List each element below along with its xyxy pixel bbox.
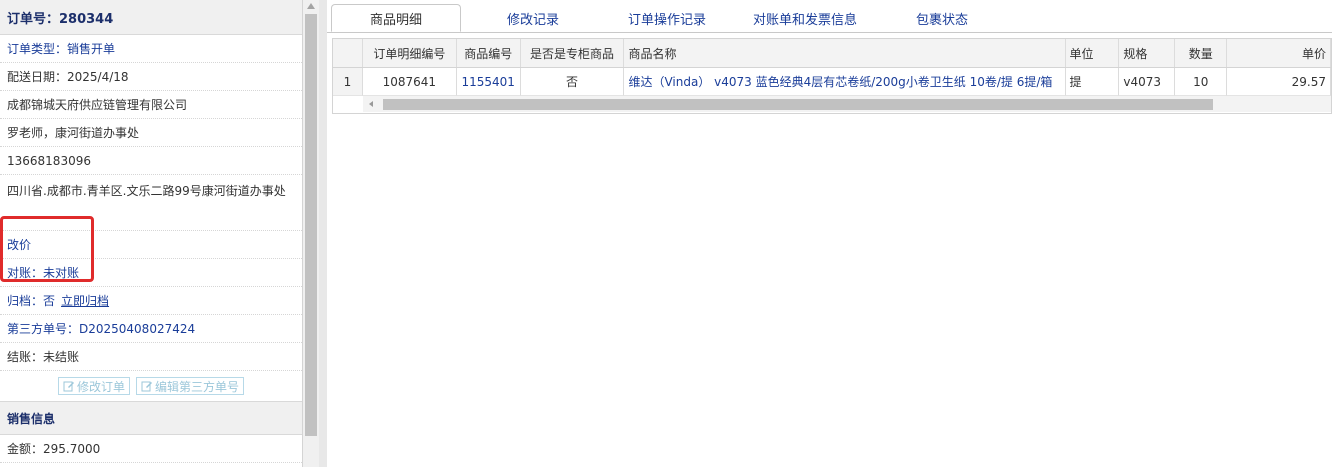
tab-bar: 商品明细 修改记录 订单操作记录 对账单和发票信息 包裹状态 [327,0,1332,33]
archive-row: 归档： 否 立即归档 [0,287,302,315]
archive-label: 归档： [7,294,44,308]
sales-amount: 金额：295.7000 [0,435,302,463]
product-grid: 订单明细编号 商品编号 是否是专柜商品 商品名称 单位 规格 数量 单价 1 1… [332,38,1332,114]
product-code-link[interactable]: 1155401 [456,68,521,96]
scroll-thumb[interactable] [305,14,317,436]
unit-value: 提 [1065,68,1120,96]
edit-icon [63,381,74,392]
tab-order-operations[interactable]: 订单操作记录 [607,4,727,32]
product-name-link[interactable]: 维达（Vinda） v4073 蓝色经典4层有芯卷纸/200g小卷卫生纸 10卷… [624,68,1066,96]
reconcile-row: 对账：未对账 [0,259,302,287]
col-counter-item[interactable]: 是否是专柜商品 [521,39,625,67]
grid-header: 订单明细编号 商品编号 是否是专柜商品 商品名称 单位 规格 数量 单价 [333,39,1331,68]
tab-reconcile-invoice[interactable]: 对账单和发票信息 [739,4,871,32]
table-row[interactable]: 1 1087641 1155401 否 维达（Vinda） v4073 蓝色经典… [333,68,1331,96]
panel-divider[interactable] [319,0,327,467]
reconcile-status-link[interactable]: 对账：未对账 [7,264,79,281]
order-number-header: 订单号：280344 [0,0,302,35]
col-index [333,39,363,67]
detail-id: 1087641 [362,68,457,96]
company-name: 成都锦城天府供应链管理有限公司 [0,91,302,119]
unit-price-value: 29.57 [1227,68,1331,96]
col-product-code[interactable]: 商品编号 [457,39,521,67]
edit-order-button[interactable]: 修改订单 [57,377,130,395]
detail-panel: 商品明细 修改记录 订单操作记录 对账单和发票信息 包裹状态 订单明细编号 商品… [327,0,1332,467]
spec-value: v4073 [1119,68,1176,96]
col-detail-id[interactable]: 订单明细编号 [363,39,457,67]
scroll-up-icon[interactable] [307,3,315,9]
phone-number: 13668183096 [0,147,302,175]
counter-item-value: 否 [520,68,625,96]
row-index: 1 [333,68,363,96]
reprice-row: 改价 [0,231,302,259]
delivery-date: 配送日期：2025/4/18 [0,63,302,91]
order-info-panel: 订单号：280344 订单类型：销售开单 配送日期：2025/4/18 成都锦城… [0,0,303,467]
col-spec[interactable]: 规格 [1119,39,1176,67]
action-buttons: 修改订单 编辑第三方单号 [0,371,302,402]
hscroll-thumb[interactable] [383,99,1213,110]
edit-order-label: 修改订单 [76,379,125,394]
settlement-status: 结账：未结账 [0,343,302,371]
tab-product-details[interactable]: 商品明细 [331,4,461,32]
reprice-link[interactable]: 改价 [7,236,31,253]
col-product-name[interactable]: 商品名称 [624,39,1066,67]
address: 四川省.成都市.青羊区.文乐二路99号康河街道办事处 [0,175,302,231]
edit-third-party-label: 编辑第三方单号 [155,379,240,394]
archive-value: 否 [43,294,56,308]
order-type: 订单类型：销售开单 [0,35,302,63]
edit-third-party-button[interactable]: 编辑第三方单号 [136,377,245,395]
sales-info-header: 销售信息 [0,402,302,435]
third-party-number: 第三方单号：D20250408027424 [0,315,302,343]
tab-edit-records[interactable]: 修改记录 [477,4,589,32]
grid-horizontal-scrollbar[interactable] [363,96,1331,112]
tab-package-status[interactable]: 包裹状态 [887,4,997,32]
col-unit[interactable]: 单位 [1066,39,1120,67]
archive-now-link[interactable]: 立即归档 [61,292,109,309]
quantity-value: 10 [1175,68,1228,96]
contact-info: 罗老师，康河街道办事处 [0,119,302,147]
edit-icon [141,381,152,392]
col-unit-price[interactable]: 单价 [1227,39,1331,67]
left-scrollbar[interactable] [303,0,319,467]
col-quantity[interactable]: 数量 [1175,39,1228,67]
scroll-left-icon[interactable] [369,101,373,107]
